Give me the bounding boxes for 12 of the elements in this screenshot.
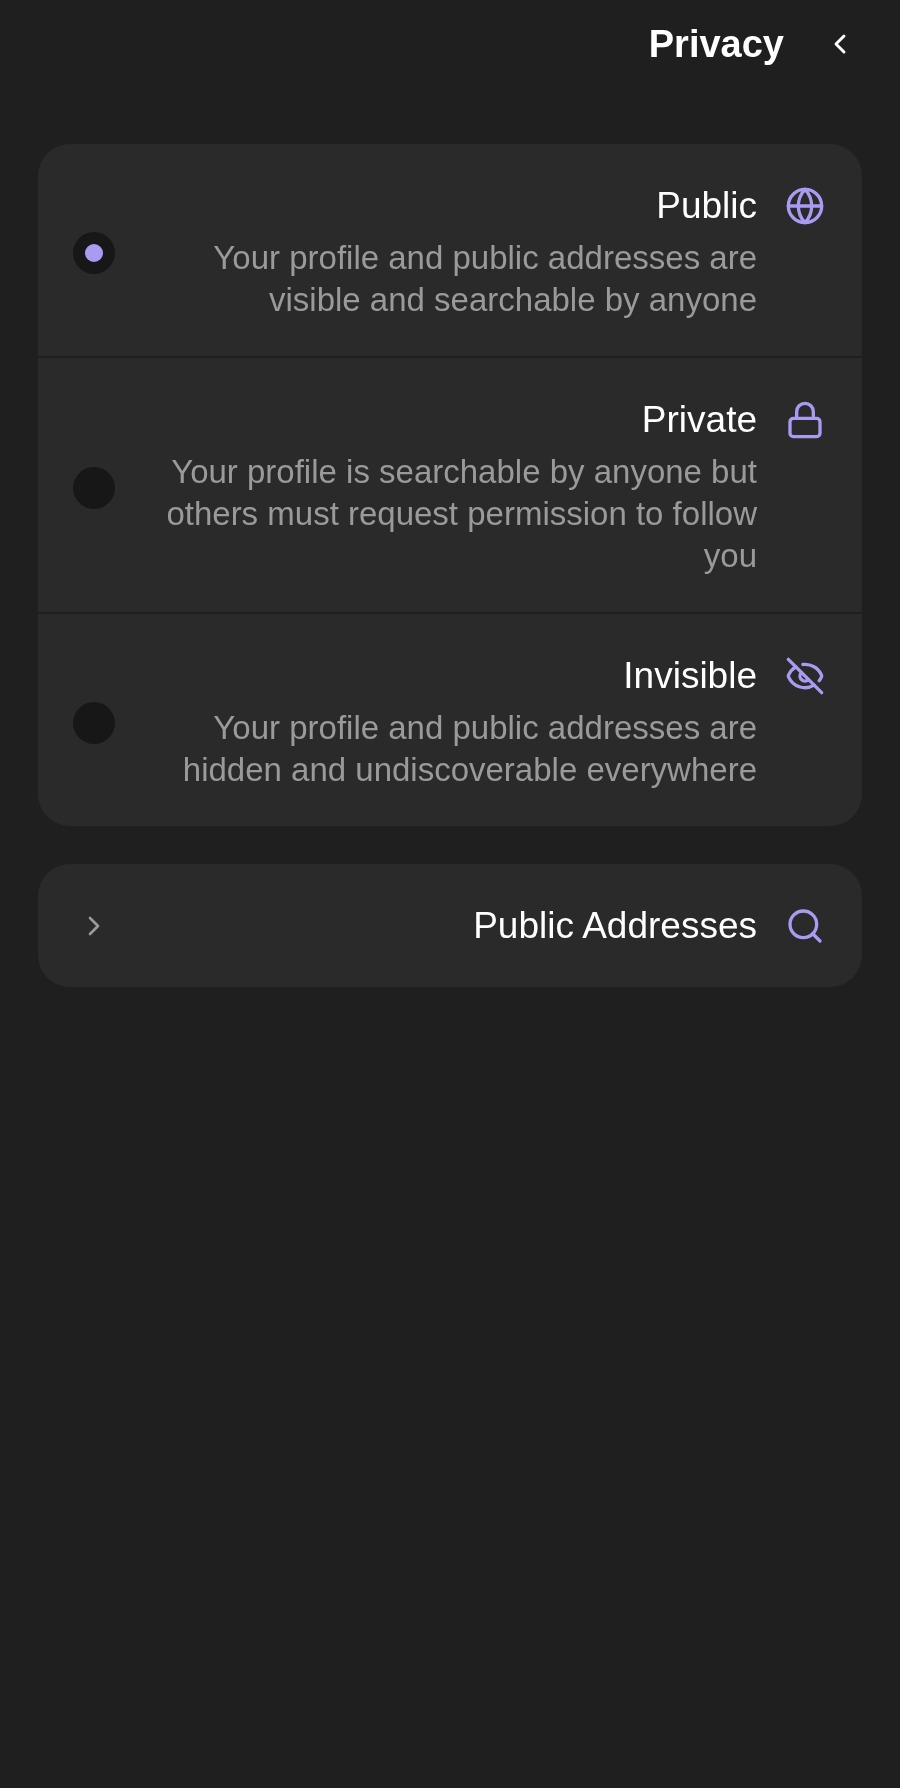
lock-icon	[785, 400, 825, 440]
page-title: Privacy	[648, 22, 784, 66]
option-title: Private	[641, 398, 757, 442]
globe-icon	[785, 186, 825, 226]
option-title: Invisible	[623, 654, 757, 698]
option-description: Your profile is searchable by anyone but others must request permission to follow you	[165, 452, 757, 576]
crossed-eye-icon	[785, 656, 825, 696]
option-description: Your profile and public addresses are visible and searchable by anyone	[212, 238, 757, 320]
public-addresses-button[interactable]: Public Addresses	[38, 864, 862, 987]
option-title: Public	[656, 184, 757, 228]
radio-button[interactable]	[73, 231, 115, 274]
option-description: Your profile and public addresses are hidden and undiscoverable everywhere	[181, 708, 757, 790]
